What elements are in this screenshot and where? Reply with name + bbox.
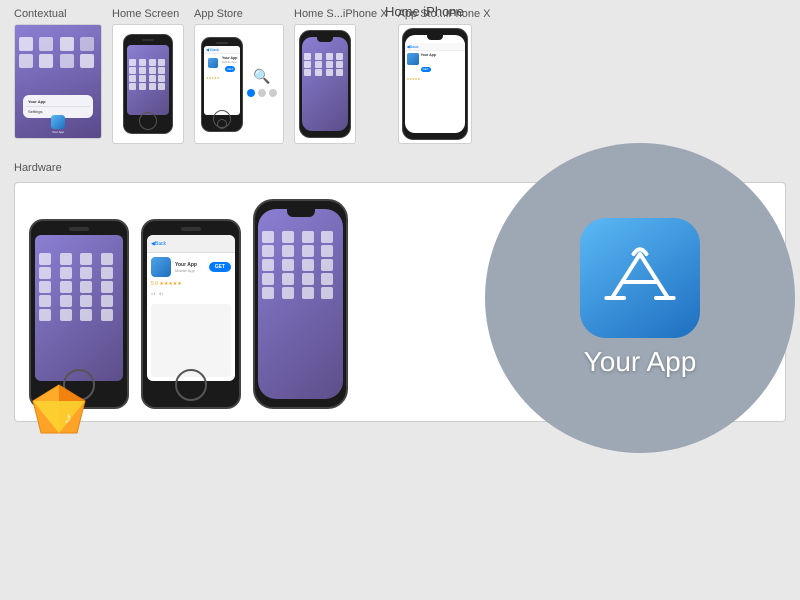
hw-appstore-row: Your App Mobile App GET [147,253,235,281]
contextual-app-icon [51,115,65,129]
hw-iphone-appstore: ◀ Back Your App Mobile App GET 5.0 ★★★★★… [141,219,241,409]
contextual-app-label: Your App [51,130,65,134]
hw-appstore-icon [151,257,171,277]
mockup-home-x-label: Home S...iPhone X [294,8,388,20]
mockup-contextual-label: Contextual [14,8,67,20]
app-store-icon-svg [600,238,680,318]
appstore-x-card: ◀ Back Your App GET ★★★★★ [398,24,472,144]
appstore-x-stars: ★★★★★ [405,77,465,81]
mockup-home-screen: Home Screen [112,8,184,144]
hw-appstore-content: ◀ Back Your App Mobile App GET 5.0 ★★★★★… [147,235,235,381]
appstore-x-name: Your App [421,53,436,57]
appstore-app-name: Your App [222,56,237,60]
appstore-x-frame: ◀ Back Your App GET ★★★★★ [402,28,468,140]
appstore-stars: ★★★★★ [204,74,240,82]
app-preview-overlay: Your App [485,143,795,453]
hw-screenshot-preview [151,304,231,377]
home-screen-iphone [123,34,173,134]
app-name-display: Your App [584,346,697,378]
appstore-iphone-left: ◀ Back Your App Mobile App GET ★★★★★ [201,37,243,132]
home-x-notch [317,37,333,42]
mockup-home-x: Home S...iPhone X [294,8,388,144]
appstore-x-back: Back [410,44,419,49]
hw-back-label: Back [155,241,166,247]
mockup-app-store: App Store ◀ Back Your App Mobile App GET… [194,8,284,144]
appstore-screen-left: ◀ Back Your App Mobile App GET ★★★★★ [204,46,240,115]
hw-iphone-x [253,199,348,409]
appstore-x-get[interactable]: GET [421,67,431,72]
hw-iphone-appstore-screen: ◀ Back Your App Mobile App GET 5.0 ★★★★★… [147,235,235,381]
mockup-home-label: Home Screen [112,8,179,20]
contextual-menu-app: Your App [26,98,90,105]
home-x-frame [299,30,351,138]
appstore-get-btn[interactable]: GET [225,66,235,72]
hw-rating-count: =1 4+ [147,287,235,300]
mockup-appstore-label: App Store [194,8,243,20]
appstore-x-notch [427,35,443,40]
appstore-x-screen: ◀ Back Your App GET ★★★★★ [405,35,465,133]
hw-iphone-x-notch [287,209,315,217]
page-title: Home iPhone [385,4,464,19]
contextual-card: Your App Settings Your App [14,24,102,139]
home-screen-display [127,45,169,115]
hw-iphone-x-screen [258,209,343,399]
home-x-card [294,24,356,144]
hardware-section: Hardware ◀ Back [0,154,800,430]
top-mockups-row: Contextual [0,0,800,150]
contextual-settings: Settings [26,108,90,115]
home-screen-card [112,24,184,144]
hw-appstore-info: Your App Mobile App [175,262,205,273]
sketch-icon: ♪ [29,381,89,441]
appstore-x-icon [407,53,419,65]
home-x-screen [302,37,348,131]
svg-text:♪: ♪ [64,410,72,427]
app-store-card: ◀ Back Your App Mobile App GET ★★★★★ 🔍 [194,24,284,144]
app-icon-large [580,218,700,338]
hardware-row: ◀ Back Your App Mobile App GET 5.0 ★★★★★… [14,182,786,422]
hw-get-button[interactable]: GET [209,262,231,272]
mockup-appstore-x: App Sto...iPhone X ◀ Back Your App GET ★… [398,8,491,144]
hw-iphone-home-screen [35,235,123,381]
mockup-contextual: Contextual [14,8,102,144]
hw-appstore-topbar: ◀ Back [147,235,235,253]
hw-appstore-sub: Mobile App [175,268,205,273]
